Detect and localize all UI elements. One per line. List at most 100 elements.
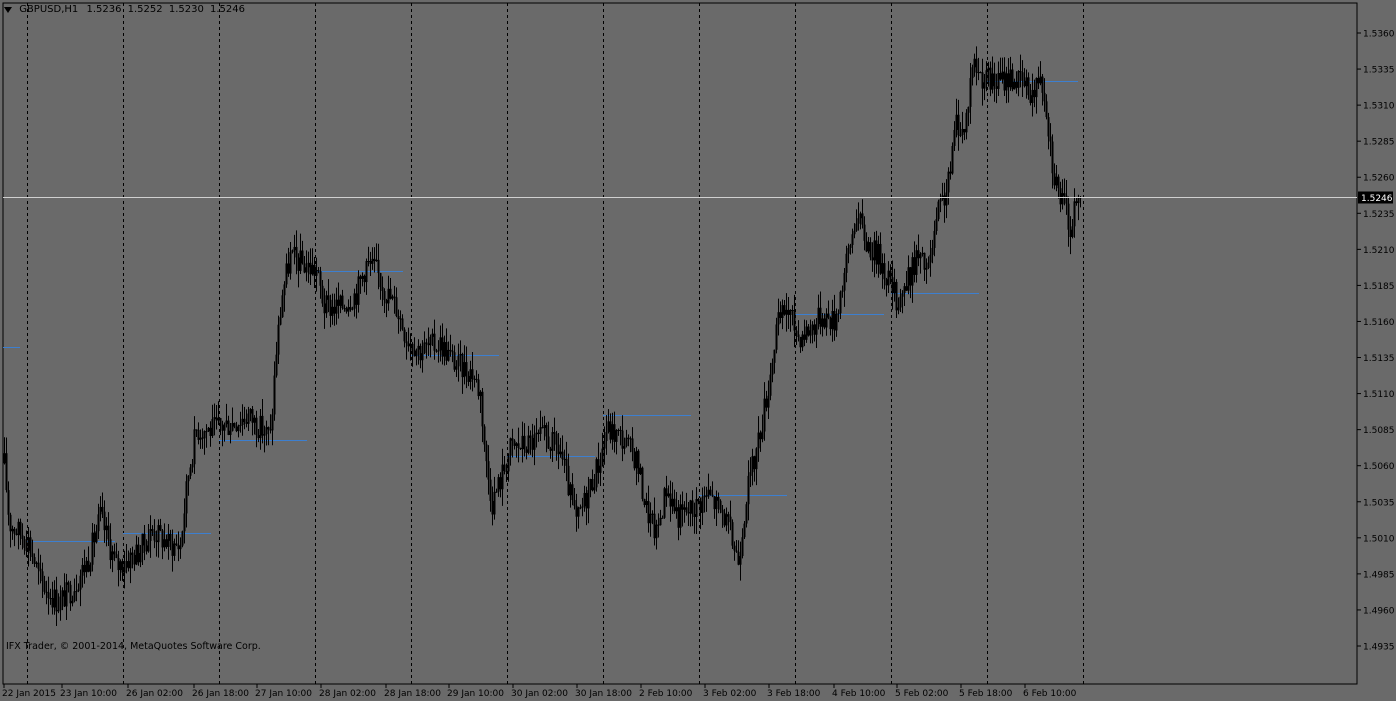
candle xyxy=(151,525,154,537)
price-chart[interactable]: 1.5360 1.5335 1.5310 1.5285 1.5260 1.5235 1.52… xyxy=(0,0,1396,701)
candle-body xyxy=(653,513,656,539)
candle-body xyxy=(529,435,532,438)
candle xyxy=(853,223,856,239)
candle xyxy=(783,299,786,316)
candle-body xyxy=(373,258,376,262)
candle-body xyxy=(507,455,510,472)
candle xyxy=(837,309,840,323)
candle xyxy=(1027,72,1030,100)
candle xyxy=(863,216,866,251)
x-tick-label: 30 Jan 02:00 xyxy=(511,689,568,699)
candle-body xyxy=(865,240,868,252)
candle xyxy=(155,530,158,557)
candle xyxy=(97,503,100,539)
candle-body xyxy=(75,591,78,593)
collapse-triangle-icon[interactable] xyxy=(4,6,12,13)
candle xyxy=(789,309,792,332)
candle xyxy=(831,299,834,342)
candle xyxy=(119,559,122,581)
candle-body xyxy=(127,561,130,569)
candle xyxy=(135,535,138,566)
candle xyxy=(1039,61,1042,86)
candle xyxy=(465,346,468,389)
candle xyxy=(373,247,376,273)
candle xyxy=(305,250,308,282)
candle-body xyxy=(457,355,460,367)
candle-body xyxy=(465,362,468,376)
candle xyxy=(101,492,104,518)
candle-body xyxy=(1009,69,1012,88)
candle xyxy=(341,289,344,310)
candle xyxy=(593,474,596,494)
candle-body xyxy=(825,313,828,328)
candle xyxy=(13,527,16,547)
candle xyxy=(979,71,982,74)
candle-body xyxy=(959,134,962,136)
candle xyxy=(687,501,690,527)
candle-body xyxy=(433,333,436,351)
candle xyxy=(245,409,248,428)
candle xyxy=(149,515,152,558)
candle-body xyxy=(637,450,640,475)
candle xyxy=(453,345,456,372)
candle-body xyxy=(601,448,604,466)
candle xyxy=(463,345,466,385)
candle-body xyxy=(795,330,798,335)
candle-body xyxy=(273,375,276,415)
candle-body xyxy=(271,414,274,431)
candle xyxy=(325,290,328,318)
candle xyxy=(165,534,168,549)
candle xyxy=(741,528,744,559)
candle xyxy=(647,485,650,533)
candle xyxy=(67,580,70,593)
candle xyxy=(935,207,938,235)
candle-body xyxy=(503,464,506,471)
candle-body xyxy=(399,318,402,320)
candle-body xyxy=(747,475,750,505)
y-tick-label: 1.5035 xyxy=(1363,498,1395,508)
candle-body xyxy=(619,429,622,431)
candle-body xyxy=(571,484,574,501)
candle xyxy=(323,288,326,329)
candle xyxy=(543,415,546,441)
candle-body xyxy=(525,449,528,453)
candle-body xyxy=(335,299,338,314)
candle-body xyxy=(1027,77,1030,96)
candle xyxy=(261,398,264,444)
candle xyxy=(17,518,20,550)
candle xyxy=(277,315,280,364)
candle xyxy=(849,243,852,255)
candle-body xyxy=(827,313,830,318)
candle xyxy=(623,437,626,455)
candle xyxy=(185,474,188,528)
candle xyxy=(183,498,186,544)
candle xyxy=(317,267,320,274)
candle xyxy=(381,276,384,307)
candle xyxy=(143,524,146,561)
candle xyxy=(269,414,272,434)
candle xyxy=(999,57,1002,81)
candle-body xyxy=(255,417,258,436)
candle xyxy=(713,495,716,519)
chart-window[interactable]: 1.5360 1.5335 1.5310 1.5285 1.5260 1.5235 1.52… xyxy=(0,0,1396,701)
candle xyxy=(1017,70,1020,97)
candle-body xyxy=(803,334,806,340)
candle xyxy=(349,295,352,312)
candle xyxy=(415,348,418,366)
candle-body xyxy=(293,246,296,251)
candle xyxy=(83,549,86,584)
candle xyxy=(585,486,588,526)
candle-body xyxy=(1073,201,1076,227)
symbol-header: GBPUSD,H1 1.5236 1.5252 1.5230 1.5246 xyxy=(4,4,245,16)
candle-body xyxy=(277,324,280,355)
y-tick-label: 1.5310 xyxy=(1363,102,1395,112)
candle xyxy=(57,593,60,614)
candle xyxy=(707,473,710,499)
candle-body xyxy=(805,326,808,340)
candle xyxy=(481,387,484,443)
candle xyxy=(711,481,714,498)
candle-body xyxy=(1065,195,1068,204)
candle-body xyxy=(753,456,756,470)
candle xyxy=(1025,69,1028,99)
x-tick-label: 30 Jan 18:00 xyxy=(575,689,632,699)
